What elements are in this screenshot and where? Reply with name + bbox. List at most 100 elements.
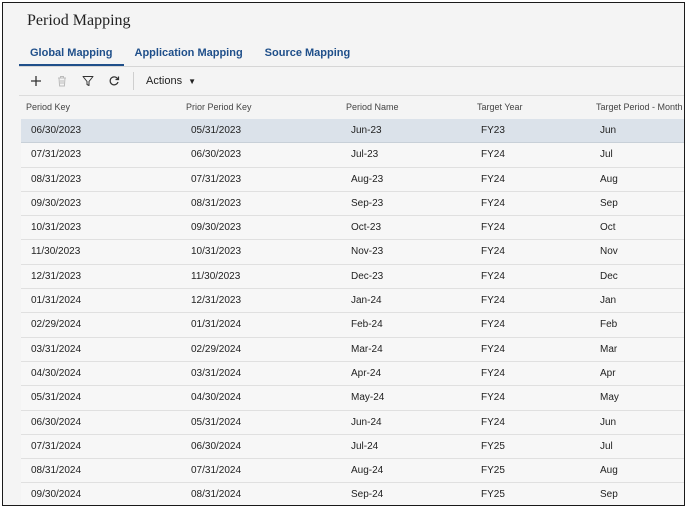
target-year-cell: FY24 [481, 149, 505, 161]
table-row[interactable]: 11/30/2023 10/31/2023 Nov-23 FY24 Nov [21, 240, 684, 265]
prior-period-key-cell: 08/31/2023 [191, 197, 242, 209]
target-year-cell: FY24 [481, 270, 505, 282]
period-name-cell: Apr-24 [351, 367, 382, 379]
delete-button[interactable] [49, 70, 75, 92]
target-period-month-cell: Jun [600, 125, 617, 136]
add-icon [31, 76, 41, 86]
page-title: Period Mapping [27, 12, 131, 29]
period-mapping-window: Period Mapping Global Mapping Applicatio… [2, 2, 685, 506]
period-key-cell: 09/30/2023 [31, 197, 82, 209]
target-period-month-cell: Jul [600, 149, 613, 161]
toolbar-divider [19, 95, 684, 96]
filter-icon [82, 76, 94, 86]
delete-icon [58, 76, 66, 87]
target-period-month-cell: Aug [600, 173, 618, 185]
column-header-period-name[interactable]: Period Name [346, 102, 399, 112]
target-period-month-cell: Jun [600, 416, 617, 428]
target-period-month-cell: Apr [600, 367, 616, 379]
target-period-month-cell: Aug [600, 465, 618, 477]
filter-button[interactable] [75, 70, 101, 92]
tab-application-mapping[interactable]: Application Mapping [124, 45, 254, 66]
toolbar-separator [133, 72, 134, 90]
prior-period-key-cell: 05/31/2024 [191, 416, 242, 428]
period-key-cell: 08/31/2023 [31, 173, 82, 185]
period-name-cell: Mar-24 [351, 343, 383, 355]
table-row[interactable]: 03/31/2024 02/29/2024 Mar-24 FY24 Mar [21, 337, 684, 362]
table-row[interactable]: 12/31/2023 11/30/2023 Dec-23 FY24 Dec [21, 264, 684, 290]
period-key-cell: 11/30/2023 [31, 246, 81, 258]
table-row[interactable]: 08/31/2024 07/31/2024 Aug-24 FY25 Aug [21, 459, 684, 484]
data-grid: 06/30/2023 05/31/2023 Jun-23 FY23 Jun 07/31/2… [21, 119, 684, 505]
prior-period-key-cell: 12/31/2023 [191, 295, 242, 307]
period-key-cell: 05/31/2024 [31, 392, 82, 404]
refresh-button[interactable] [101, 70, 127, 92]
prior-period-key-cell: 05/31/2023 [191, 125, 242, 136]
prior-period-key-cell: 06/30/2023 [191, 149, 242, 161]
table-row[interactable]: 05/31/2024 04/30/2024 May-24 FY24 May [21, 386, 684, 411]
target-year-cell: FY24 [481, 416, 505, 428]
period-name-cell: Sep-23 [351, 197, 384, 209]
column-header-period-key[interactable]: Period Key [26, 102, 70, 112]
prior-period-key-cell: 08/31/2024 [191, 489, 242, 501]
target-year-cell: FY25 [481, 489, 505, 501]
target-year-cell: FY24 [481, 246, 505, 258]
add-button[interactable] [23, 70, 49, 92]
target-period-month-cell: May [600, 392, 619, 404]
caret-down-icon: ▼ [188, 76, 196, 86]
target-year-cell: FY24 [481, 295, 505, 307]
tab-bar: Global Mapping Application Mapping Sourc… [19, 45, 361, 66]
prior-period-key-cell: 07/31/2024 [191, 465, 242, 477]
period-name-cell: Oct-23 [351, 222, 382, 234]
period-key-cell: 08/31/2024 [31, 465, 82, 477]
column-header-target-period-month[interactable]: Target Period - Month [596, 102, 683, 112]
period-key-cell: 06/30/2024 [31, 416, 82, 428]
column-header-prior-period-key[interactable]: Prior Period Key [186, 102, 252, 112]
tab-source-mapping[interactable]: Source Mapping [254, 45, 362, 66]
table-row[interactable]: 10/31/2023 09/30/2023 Oct-23 FY24 Oct [21, 216, 684, 241]
period-key-cell: 10/31/2023 [31, 222, 82, 234]
period-key-cell: 01/31/2024 [31, 295, 82, 307]
target-period-month-cell: Mar [600, 343, 618, 355]
refresh-icon [109, 76, 120, 86]
target-period-month-cell: Jul [600, 440, 613, 452]
period-name-cell: Jun-23 [351, 125, 382, 136]
table-row[interactable]: 08/31/2023 07/31/2023 Aug-23 FY24 Aug [21, 167, 684, 192]
target-year-cell: FY25 [481, 440, 505, 452]
period-name-cell: Aug-23 [351, 173, 384, 185]
target-year-cell: FY24 [481, 222, 505, 234]
actions-label: Actions [146, 75, 183, 87]
period-name-cell: May-24 [351, 392, 385, 404]
period-key-cell: 02/29/2024 [31, 319, 82, 331]
period-name-cell: Feb-24 [351, 319, 383, 331]
target-year-cell: FY24 [481, 343, 505, 355]
period-key-cell: 06/30/2023 [31, 125, 82, 136]
toolbar: Actions ▼ [23, 69, 202, 93]
tab-global-mapping[interactable]: Global Mapping [19, 45, 124, 66]
prior-period-key-cell: 07/31/2023 [191, 173, 242, 185]
table-row[interactable]: 07/31/2023 06/30/2023 Jul-23 FY24 Jul [21, 143, 684, 168]
table-row[interactable]: 09/30/2024 08/31/2024 Sep-24 FY25 Sep [21, 483, 684, 505]
table-row[interactable]: 04/30/2024 03/31/2024 Apr-24 FY24 Apr [21, 361, 684, 387]
period-key-cell: 03/31/2024 [31, 343, 82, 355]
prior-period-key-cell: 06/30/2024 [191, 440, 242, 452]
actions-menu-button[interactable]: Actions ▼ [140, 70, 202, 92]
prior-period-key-cell: 09/30/2023 [191, 222, 242, 234]
target-year-cell: FY24 [481, 197, 505, 209]
prior-period-key-cell: 03/31/2024 [191, 367, 242, 379]
table-row[interactable]: 01/31/2024 12/31/2023 Jan-24 FY24 Jan [21, 289, 684, 314]
column-header-target-year[interactable]: Target Year [477, 102, 523, 112]
target-period-month-cell: Sep [600, 489, 618, 501]
table-row[interactable]: 02/29/2024 01/31/2024 Feb-24 FY24 Feb [21, 313, 684, 338]
table-row[interactable]: 06/30/2023 05/31/2023 Jun-23 FY23 Jun [21, 119, 684, 144]
target-period-month-cell: Feb [600, 319, 618, 331]
period-key-cell: 12/31/2023 [31, 270, 82, 282]
table-row[interactable]: 06/30/2024 05/31/2024 Jun-24 FY24 Jun [21, 410, 684, 435]
target-year-cell: FY23 [481, 125, 505, 136]
table-row[interactable]: 07/31/2024 06/30/2024 Jul-24 FY25 Jul [21, 434, 684, 460]
period-key-cell: 07/31/2024 [31, 440, 82, 452]
table-row[interactable]: 09/30/2023 08/31/2023 Sep-23 FY24 Sep [21, 191, 684, 217]
period-name-cell: Jul-23 [351, 149, 379, 161]
target-year-cell: FY24 [481, 367, 505, 379]
period-key-cell: 04/30/2024 [31, 367, 82, 379]
target-year-cell: FY24 [481, 392, 505, 404]
